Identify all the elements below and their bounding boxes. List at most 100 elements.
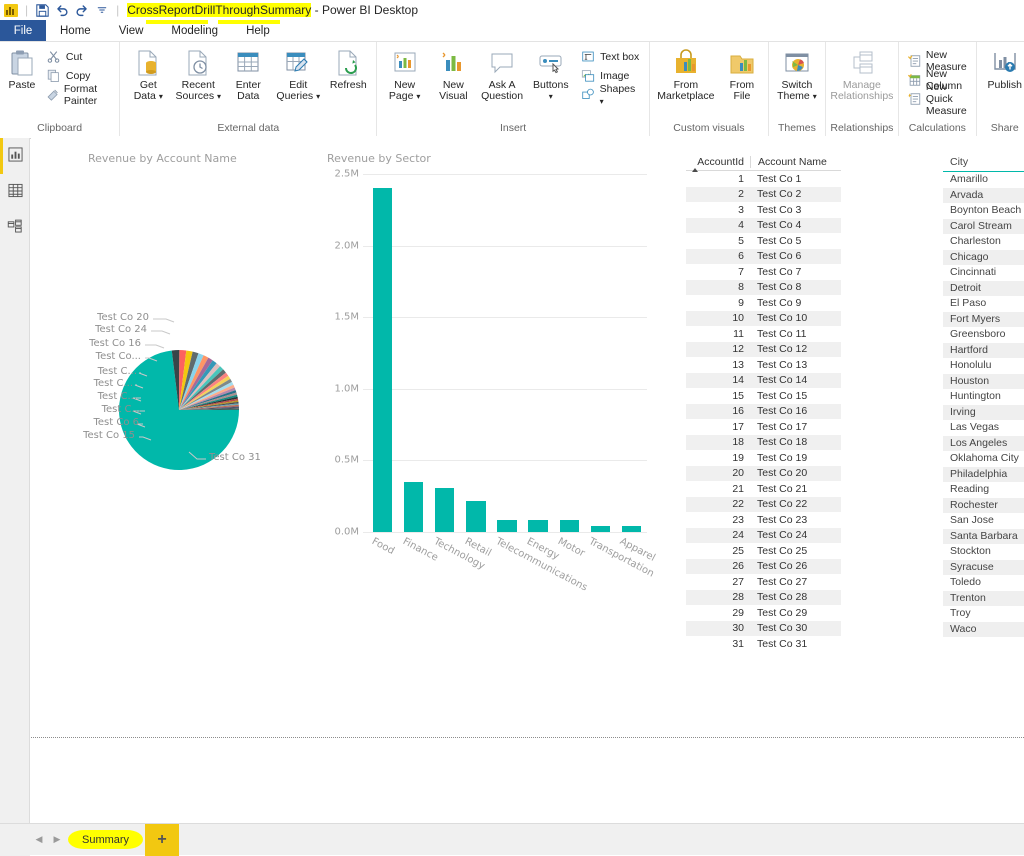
from-marketplace-button[interactable]: From Marketplace	[653, 44, 719, 104]
table-row[interactable]: 4 Test Co 4	[686, 217, 841, 233]
bar[interactable]	[528, 519, 548, 532]
bar[interactable]	[404, 481, 424, 532]
report-canvas[interactable]: Revenue by Account Name Test Co 20 Test C…	[31, 138, 1024, 823]
slicer-item[interactable]: Charleston	[943, 234, 1024, 250]
bar[interactable]	[497, 519, 517, 532]
table-row[interactable]: 7 Test Co 7	[686, 264, 841, 280]
table-row[interactable]: 20 Test Co 20	[686, 465, 841, 481]
table-row[interactable]: 23 Test Co 23	[686, 512, 841, 528]
city-slicer-visual[interactable]: City Amarillo Arvada Boynton Beach Carol St…	[943, 156, 1024, 637]
slicer-item[interactable]: Greensboro	[943, 327, 1024, 343]
bar-cell[interactable]	[429, 174, 460, 532]
bar-cell[interactable]	[523, 174, 554, 532]
slicer-item[interactable]: Toledo	[943, 575, 1024, 591]
add-page-button[interactable]: +	[145, 823, 180, 856]
page-prev-button[interactable]: ◀	[30, 829, 48, 851]
table-row[interactable]: 17 Test Co 17	[686, 419, 841, 435]
slicer-item[interactable]: Irving	[943, 404, 1024, 420]
recent-sources-button[interactable]: Recent Sources ▾	[173, 44, 223, 104]
bar[interactable]	[590, 525, 610, 532]
slicer-item[interactable]: Detroit	[943, 280, 1024, 296]
slicer-item[interactable]: Reading	[943, 482, 1024, 498]
bar[interactable]	[621, 525, 642, 532]
table-row[interactable]: 9 Test Co 9	[686, 295, 841, 311]
table-row[interactable]: 5 Test Co 5	[686, 233, 841, 249]
bar[interactable]	[435, 487, 455, 532]
sidebar-item-model-view[interactable]	[0, 210, 30, 246]
table-row[interactable]: 2 Test Co 2	[686, 186, 841, 202]
bar-cell[interactable]	[554, 174, 585, 532]
slicer-item[interactable]: Boynton Beach	[943, 203, 1024, 219]
bar[interactable]	[372, 188, 393, 532]
table-header-account-name[interactable]: Account Name	[750, 156, 841, 168]
bar-cell[interactable]	[585, 174, 616, 532]
slicer-item[interactable]: Carol Stream	[943, 218, 1024, 234]
slicer-item[interactable]: Las Vegas	[943, 420, 1024, 436]
slicer-item[interactable]: Chicago	[943, 249, 1024, 265]
redo-icon[interactable]	[74, 2, 90, 18]
accounts-table-visual[interactable]: AccountId Account Name 1 Test Co 1 2 Test C…	[686, 156, 841, 652]
slicer-item[interactable]: Los Angeles	[943, 435, 1024, 451]
edit-queries-button[interactable]: Edit Queries ▾	[273, 44, 323, 104]
slicer-item[interactable]: Honolulu	[943, 358, 1024, 374]
buttons-button[interactable]: Buttons ▾	[526, 44, 575, 104]
cut-button[interactable]: Cut	[43, 47, 114, 66]
slicer-item[interactable]: Waco	[943, 621, 1024, 637]
slicer-item[interactable]: Troy	[943, 606, 1024, 622]
table-row[interactable]: 15 Test Co 15	[686, 388, 841, 404]
slicer-item[interactable]: Houston	[943, 373, 1024, 389]
slicer-item[interactable]: Fort Myers	[943, 311, 1024, 327]
table-row[interactable]: 30 Test Co 30	[686, 620, 841, 636]
slicer-item[interactable]: Hartford	[943, 342, 1024, 358]
switch-theme-button[interactable]: Switch Theme ▾	[772, 44, 822, 104]
slicer-item[interactable]: Cincinnati	[943, 265, 1024, 281]
slicer-item[interactable]: San Jose	[943, 513, 1024, 529]
table-row[interactable]: 6 Test Co 6	[686, 248, 841, 264]
table-row[interactable]: 28 Test Co 28	[686, 589, 841, 605]
bar[interactable]	[466, 501, 486, 532]
table-header-accountid[interactable]: AccountId	[686, 156, 750, 172]
table-row[interactable]: 16 Test Co 16	[686, 403, 841, 419]
pie-chart-visual[interactable]: Revenue by Account Name Test Co 20 Test C…	[61, 152, 321, 492]
text-box-button[interactable]: Text box	[577, 47, 644, 66]
table-row[interactable]: 26 Test Co 26	[686, 558, 841, 574]
table-row[interactable]: 27 Test Co 27	[686, 574, 841, 590]
slicer-item[interactable]: Rochester	[943, 497, 1024, 513]
refresh-button[interactable]: Refresh	[323, 44, 373, 93]
bar-chart-visual[interactable]: Revenue by Sector 2.5M 2.0M 1.5M 1.0M 0.5M 0.…	[327, 152, 657, 594]
slicer-item[interactable]: Arvada	[943, 187, 1024, 203]
ask-a-question-button[interactable]: Ask A Question	[478, 44, 527, 104]
bar-cell[interactable]	[367, 174, 398, 532]
new-quick-measure-button[interactable]: New Quick Measure	[904, 81, 971, 117]
table-row[interactable]: 18 Test Co 18	[686, 434, 841, 450]
table-row[interactable]: 29 Test Co 29	[686, 605, 841, 621]
table-row[interactable]: 13 Test Co 13	[686, 357, 841, 373]
page-next-button[interactable]: ▶	[48, 829, 66, 851]
bar-cell[interactable]	[616, 174, 647, 532]
publish-button[interactable]: Publish	[980, 44, 1024, 93]
page-tab-summary[interactable]: Summary	[68, 829, 144, 850]
bar[interactable]	[559, 519, 579, 532]
save-icon[interactable]	[34, 2, 50, 18]
slicer-item[interactable]: Oklahoma City	[943, 451, 1024, 467]
table-row[interactable]: 21 Test Co 21	[686, 481, 841, 497]
table-row[interactable]: 25 Test Co 25	[686, 543, 841, 559]
sidebar-item-data-view[interactable]	[0, 174, 30, 210]
slicer-item[interactable]: Huntington	[943, 389, 1024, 405]
slicer-item[interactable]: Syracuse	[943, 559, 1024, 575]
slicer-item[interactable]: Philadelphia	[943, 466, 1024, 482]
manage-relationships-button[interactable]: Manage Relationships	[829, 44, 895, 104]
table-row[interactable]: 12 Test Co 12	[686, 341, 841, 357]
tab-home[interactable]: Home	[46, 20, 105, 41]
get-data-button[interactable]: #01B8AAGetData ▾	[123, 44, 173, 104]
slicer-item[interactable]: Amarillo	[943, 172, 1024, 188]
table-row[interactable]: 31 Test Co 31	[686, 636, 841, 652]
table-row[interactable]: 19 Test Co 19	[686, 450, 841, 466]
table-row[interactable]: 24 Test Co 24	[686, 527, 841, 543]
slicer-item[interactable]: Stockton	[943, 544, 1024, 560]
from-file-button[interactable]: From File	[719, 44, 765, 104]
shapes-button[interactable]: Shapes ▾	[577, 83, 644, 106]
bar-cell[interactable]	[491, 174, 522, 532]
table-row[interactable]: 8 Test Co 8	[686, 279, 841, 295]
bar-cell[interactable]	[460, 174, 491, 532]
